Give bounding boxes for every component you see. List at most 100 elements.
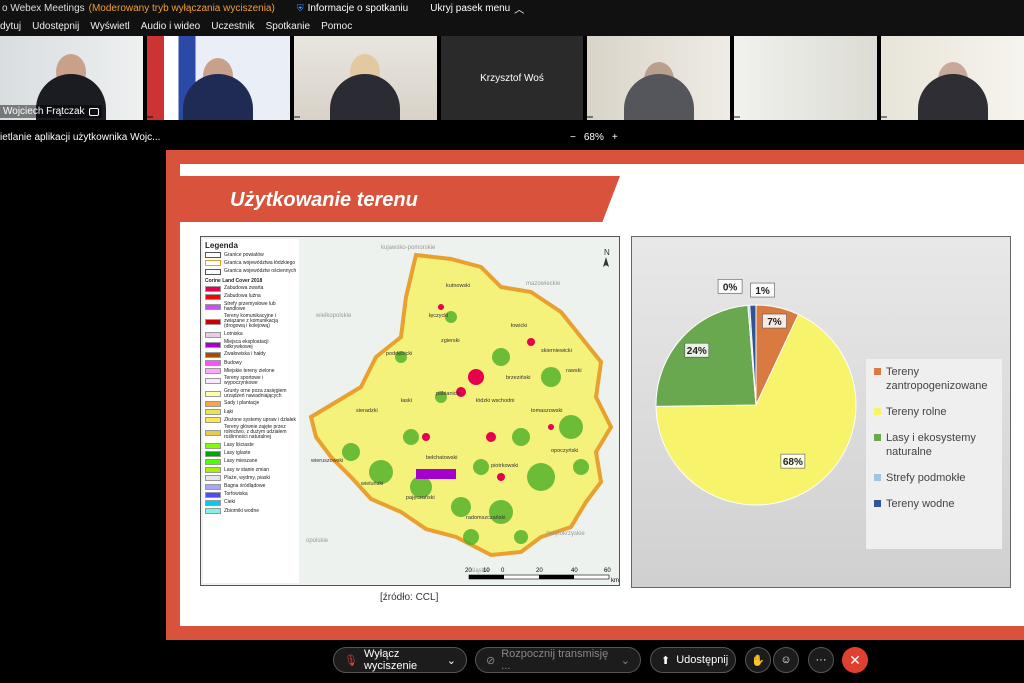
reactions-button[interactable]: ☺ (773, 647, 799, 673)
scale-label: 40 (571, 568, 578, 574)
menu-help[interactable]: Pomoc (321, 21, 352, 32)
legend-label: Lasy liściaste (224, 442, 254, 449)
county-label: bełchatowski (426, 455, 458, 461)
svg-text:naturalne: naturalne (886, 446, 932, 458)
legend-label: Cieki (224, 499, 236, 506)
legend-label: Zwałowiska i hałdy (224, 351, 266, 358)
pie-data-label: 68% (780, 453, 806, 469)
participant-tile[interactable] (881, 36, 1024, 120)
legend-label: Tereny głównie zajęte przez rolnictwo, z… (224, 424, 287, 441)
zoom-out-button[interactable]: − (570, 132, 576, 143)
legend-swatch (205, 304, 221, 311)
county-label: kutnowski (446, 283, 470, 289)
county-label: piotrkowski (491, 463, 518, 469)
legend-row: Tereny głównie zajęte przez rolnictwo, z… (205, 425, 297, 440)
participant-tile[interactable]: Krzysztof Woś (440, 36, 584, 120)
zoom-control: − 68% + (570, 132, 618, 143)
legend-swatch (205, 491, 221, 498)
legend-swatch (205, 293, 221, 300)
more-options-button[interactable]: ··· (808, 647, 834, 673)
menu-audio-video[interactable]: Audio i wideo (141, 21, 200, 32)
legend-row: Granica województwa łódzkiego (205, 259, 297, 267)
unmute-button[interactable]: 🎙 Wyłącz wyciszenie ⌄ (333, 647, 467, 673)
participant-tile[interactable] (587, 36, 731, 120)
source-note: [źródło: CCL] (380, 592, 439, 603)
legend-row: Granice powiatów (205, 251, 297, 259)
participant-tile[interactable] (146, 36, 290, 120)
legend-swatch (205, 429, 221, 436)
legend-row: Cieki (205, 499, 297, 506)
legend-label: Lasy iglaste (224, 450, 251, 457)
legend-swatch (205, 483, 221, 490)
legend-swatch (205, 458, 221, 465)
county-label: radomszczański (466, 515, 505, 521)
menu-view[interactable]: Wyświetl (90, 21, 129, 32)
chevron-up-icon: ︿ (514, 4, 525, 16)
raise-hand-button[interactable]: ✋ (745, 647, 771, 673)
leave-meeting-button[interactable]: ✕ (842, 647, 868, 673)
legend-label: Granica województwa łódzkiego (224, 259, 296, 266)
share-screen-icon: ⬆ (661, 654, 671, 667)
legend-lines: Granice powiatów Granica województwa łódz… (205, 251, 297, 275)
legend-row: Torfowiska (205, 491, 297, 498)
legend-label: Zabudowa zwarta (224, 285, 264, 292)
neighbor-label: opolskie (306, 538, 329, 544)
legend-label: Granice powiatów (224, 251, 264, 258)
scale-label: 10 (483, 568, 490, 574)
hand-icon: ✋ (751, 654, 765, 667)
participant-tile[interactable] (293, 36, 437, 120)
county-label: łęczycki (429, 313, 448, 319)
legend-row: Grunty orne poza zasięgiem urządzeń nawa… (205, 388, 297, 399)
svg-text:zantropogenizowane: zantropogenizowane (886, 380, 988, 392)
microphone-muted-icon: 🎙 (344, 654, 358, 667)
legend-label: Torfowiska (224, 491, 248, 498)
legend-row: Łąki (205, 409, 297, 415)
north-arrow-icon (603, 257, 609, 267)
unmute-label: Wyłącz wyciszenie (363, 648, 418, 672)
county-label: skierniewicki (541, 348, 572, 354)
moderated-mode-label: (Moderowany tryb wyłączania wyciszenia) (88, 2, 275, 14)
start-stream-button[interactable]: ⊘ Rozpocznij transmisję ... ⌄ (475, 647, 641, 673)
participant-tile[interactable] (734, 36, 878, 120)
share-label: Udostępnij (676, 654, 729, 666)
share-button[interactable]: ⬆ Udostępnij (650, 647, 736, 673)
scale-label: 60 (604, 568, 611, 574)
legend-swatch (205, 499, 221, 506)
menu-share[interactable]: Udostępnij (32, 21, 79, 32)
participant-tile[interactable]: Wojciech Frątczak (0, 36, 143, 120)
map-legend: Legenda Granice powiatów Granica wojewódz… (203, 239, 299, 583)
menu-participant[interactable]: Uczestnik (211, 21, 254, 32)
menu-meeting[interactable]: Spotkanie (266, 21, 310, 32)
emoji-icon: ☺ (780, 654, 792, 666)
menu-edit[interactable]: dytuj (0, 21, 21, 32)
legend-row: Zwałowiska i hałdy (205, 351, 297, 358)
svg-text:Lasy i ekosystemy: Lasy i ekosystemy (886, 432, 976, 444)
scale-label: 0 (501, 568, 505, 574)
scale-bar: 20 10 0 20 40 60 km (465, 568, 619, 584)
neighbor-label: mazowieckie (526, 281, 561, 287)
legend-row: Lasy mieszane (205, 458, 297, 465)
participant-strip: Wojciech Frątczak Krzysztof Woś (0, 36, 1024, 120)
legend-swatch (205, 285, 221, 292)
legend-row: Lasy liściaste (205, 442, 297, 449)
slide-title: Użytkowanie terenu (230, 189, 418, 211)
legend-swatch (205, 341, 221, 348)
county-label: sieradzki (356, 408, 378, 414)
participant-name: Krzysztof Woś (480, 72, 544, 84)
title-bar: o Webex Meetings (Moderowany tryb wyłącz… (0, 0, 1024, 16)
legend-label: Budowy (224, 359, 242, 366)
hide-menu-button[interactable]: Ukryj pasek menu ︿ (430, 1, 524, 16)
share-label: ietlanie aplikacji użytkownika Wojc... (0, 131, 161, 143)
svg-text:1%: 1% (755, 286, 770, 297)
scale-label: 20 (536, 568, 543, 574)
legend-row: Plaże, wydmy, piaski (205, 475, 297, 482)
legend-row: Tereny sportowe i wypoczynkowe (205, 376, 297, 386)
zoom-in-button[interactable]: + (612, 132, 618, 143)
legend-label: Lotniska (224, 331, 243, 337)
pie-data-label: 0% (717, 278, 743, 294)
legend-label: Tereny komunikacyjne i związane z komuni… (224, 313, 278, 330)
county-label: pabianicki (436, 391, 460, 397)
legend-swatch (205, 409, 221, 415)
legend-row: Złożone systemy upraw i działek (205, 417, 297, 424)
meeting-info-button[interactable]: ⛨ Informacje o spotkaniu (297, 3, 408, 14)
